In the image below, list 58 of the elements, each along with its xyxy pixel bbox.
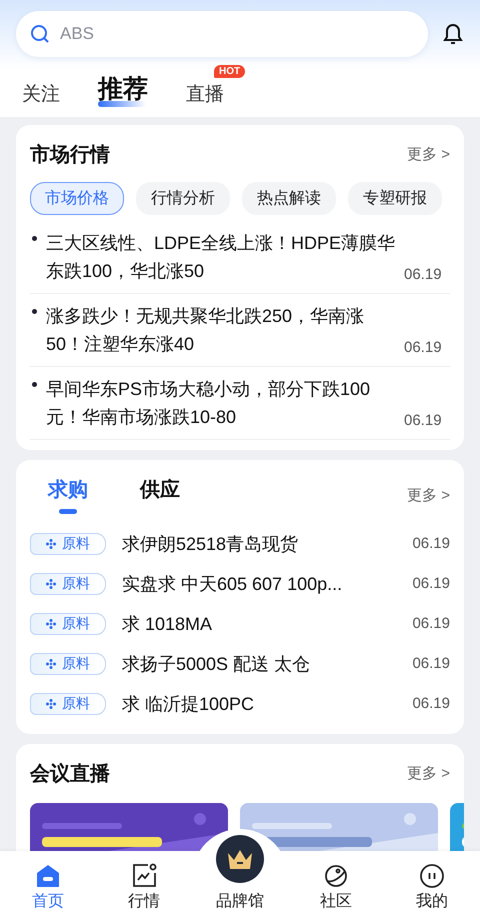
cross-dots-icon <box>46 579 56 589</box>
planet-icon <box>323 863 349 889</box>
tab[interactable]: 求购 <box>48 476 88 514</box>
chart-icon <box>131 863 157 889</box>
crown-icon <box>216 835 264 883</box>
search-icon <box>30 24 50 44</box>
listing-title[interactable]: 求 临沂提100PC <box>122 692 396 716</box>
news-date: 06.19 <box>404 266 442 285</box>
category-tag: 原料 <box>30 613 106 635</box>
search-field[interactable]: ABS <box>58 23 414 45</box>
news-headline[interactable]: 三大区线性、LDPE全线上涨！HDPE薄膜华东跌100，华北涨50 <box>46 229 396 285</box>
cross-dots-icon <box>46 699 56 709</box>
listing-title[interactable]: 求 1018MA <box>122 612 396 636</box>
bell-icon[interactable] <box>442 22 464 46</box>
section-title: 市场行情 <box>30 142 110 168</box>
news-headline[interactable]: 涨多跌少！无规共聚华北跌250，华南涨50！注塑华东涨40 <box>46 302 396 358</box>
cross-dots-icon <box>46 539 56 549</box>
listing-date: 06.19 <box>412 654 450 674</box>
bullet-icon <box>32 382 37 387</box>
category-tag: 原料 <box>30 573 106 595</box>
nav-tab[interactable]: 品牌馆 <box>192 829 288 917</box>
more-link[interactable]: 更多 > <box>407 145 450 164</box>
listing-title[interactable]: 求伊朗52518青岛现货 <box>122 532 396 556</box>
home-icon <box>35 863 61 889</box>
tab[interactable]: 直播 <box>184 81 226 107</box>
hot-badge: HOT <box>214 65 246 78</box>
section-title: 会议直播 <box>30 762 110 787</box>
cross-dots-icon <box>46 659 56 669</box>
category-tag: 原料 <box>30 533 106 555</box>
bullet-icon <box>32 236 37 241</box>
category-tag: 原料 <box>30 653 106 675</box>
nav-tab[interactable]: 我的 <box>384 851 480 917</box>
nav-tab[interactable]: 行情 <box>96 851 192 917</box>
search-bar[interactable]: ABS <box>16 11 428 57</box>
nav-tab[interactable]: 首页 <box>0 851 96 917</box>
listing-title[interactable]: 实盘求 中天605 607 100p... <box>122 572 396 596</box>
tab[interactable]: 关注 <box>20 81 62 107</box>
listing-date: 06.19 <box>412 534 450 554</box>
tab[interactable]: 供应 <box>140 476 180 503</box>
filter-chip[interactable]: 专塑研报 <box>348 182 442 215</box>
more-link[interactable]: 更多 > <box>407 764 450 783</box>
news-headline[interactable]: 早间华东PS市场大稳小动，部分下跌100元！华南市场涨跌10-80 <box>46 375 396 431</box>
tab[interactable]: 推荐 <box>96 72 150 107</box>
listing-date: 06.19 <box>412 574 450 594</box>
more-link[interactable]: 更多 > <box>407 486 450 504</box>
listing-date: 06.19 <box>412 614 450 634</box>
news-date: 06.19 <box>404 339 442 358</box>
listing-date: 06.19 <box>412 694 450 714</box>
cross-dots-icon <box>46 619 56 629</box>
filter-chip[interactable]: 热点解读 <box>242 182 336 215</box>
nav-tab[interactable]: 社区 <box>288 851 384 917</box>
profile-icon <box>419 863 445 889</box>
news-date: 06.19 <box>404 412 442 431</box>
filter-chip[interactable]: 市场价格 <box>30 182 124 215</box>
listing-title[interactable]: 求扬子5000S 配送 太仓 <box>122 652 396 676</box>
filter-chip[interactable]: 行情分析 <box>136 182 230 215</box>
category-tag: 原料 <box>30 693 106 715</box>
bullet-icon <box>32 309 37 314</box>
